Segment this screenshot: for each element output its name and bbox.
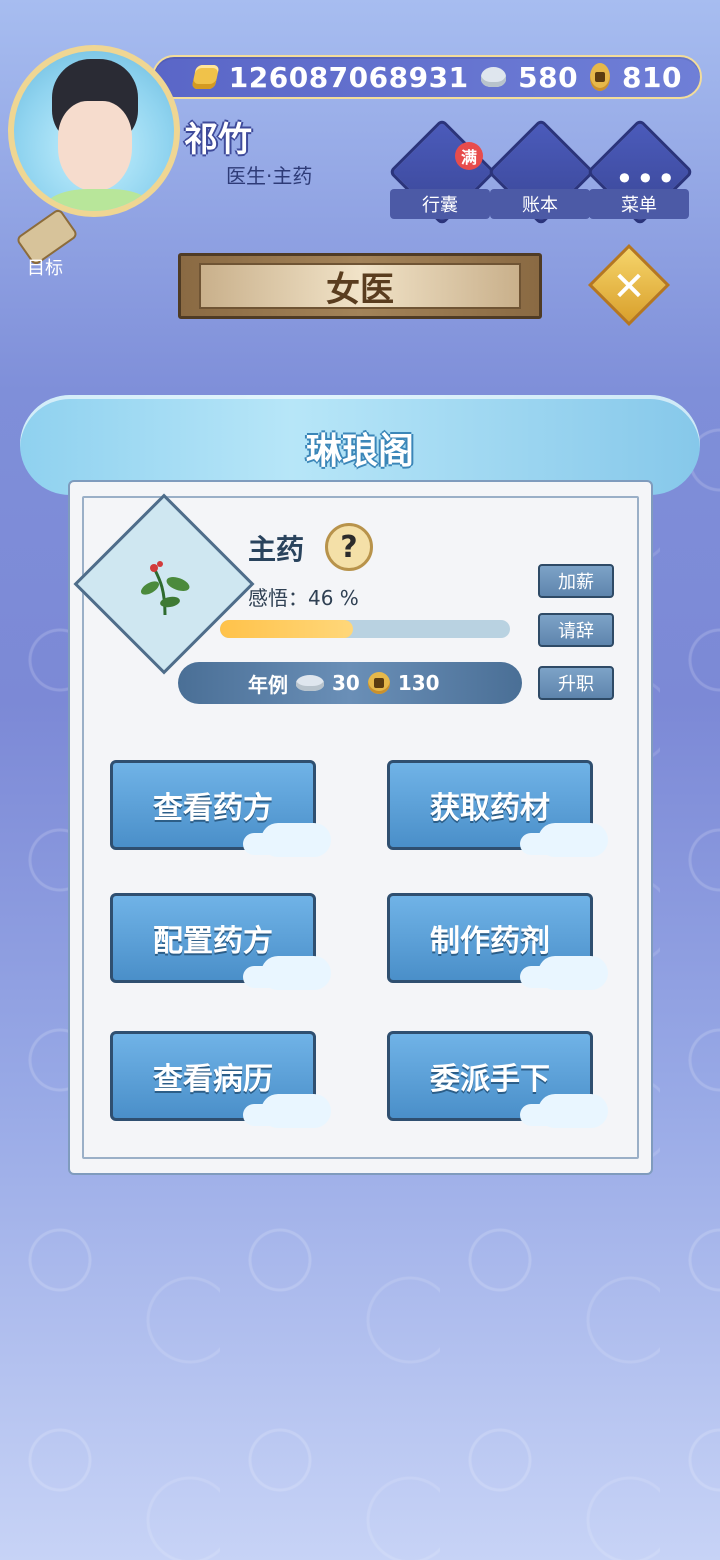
copper-coin-icon [367,672,390,694]
action-label: 配置药方 [153,924,273,959]
cloud-ornament [538,1094,608,1128]
avatar-face [58,101,132,191]
avatar[interactable] [8,45,180,217]
cloud-ornament [261,1094,331,1128]
action-label: 查看药方 [153,791,273,826]
insight-progress-fill [220,620,354,638]
view-prescriptions-button[interactable]: 查看药方 [110,760,331,857]
target-label: 目标 [27,258,63,279]
target-button[interactable]: 目标 [10,207,80,280]
salary-label: 年例 [248,672,288,697]
panel-title: 琳琅阁 [305,431,414,472]
action-label: 获取药材 [430,791,550,826]
view-records-button[interactable]: 查看病历 [110,1031,331,1128]
action-label: 委派手下 [430,1062,550,1097]
cloud-ornament [538,956,608,990]
help-icon[interactable]: ? [325,523,373,571]
assign-subordinates-button[interactable]: 委派手下 [387,1031,608,1128]
silver-ingot-icon [480,67,507,87]
player-name: 祁竹 [184,120,252,160]
currency-bar: 126087068931 580 810 [152,55,702,99]
menu-label: 菜单 [589,189,689,219]
herb-icon [140,561,190,616]
silver-amount: 580 [518,60,579,94]
resign-button[interactable]: 请辞 [538,613,614,647]
raise-salary-button[interactable]: 加薪 [538,564,614,598]
insight-text: 感悟：46 % [248,586,359,610]
cloud-ornament [261,956,331,990]
cloud-ornament [538,823,608,857]
action-label: 查看病历 [153,1062,273,1097]
coin-amount: 810 [622,60,682,94]
cloud-ornament [261,823,331,857]
bag-label: 行囊 [390,189,490,219]
position-label: 主药 [248,533,305,566]
action-label: 制作药剂 [430,924,550,959]
configure-prescription-button[interactable]: 配置药方 [110,893,331,990]
promote-button[interactable]: 升职 [538,666,614,700]
ledger-label: 账本 [490,189,590,219]
screen-title: 女医 [326,269,394,310]
salary-silver: 30 [332,671,360,695]
gold-ingot-icon [191,65,220,89]
insight-progress [220,620,510,638]
annual-salary: 年例 30 130 [178,662,522,704]
bag-full-badge: 满 [455,142,483,170]
get-herbs-button[interactable]: 获取药材 [387,760,608,857]
gold-amount: 126087068931 [228,60,469,94]
silver-ingot-icon [296,675,324,691]
title-banner: 女医 [178,253,542,319]
close-icon: ✕ [612,264,646,310]
copper-coin-icon [590,63,611,91]
salary-coins: 130 [397,671,440,695]
player-role: 医生·主药 [226,164,313,188]
make-medicine-button[interactable]: 制作药剂 [387,893,608,990]
